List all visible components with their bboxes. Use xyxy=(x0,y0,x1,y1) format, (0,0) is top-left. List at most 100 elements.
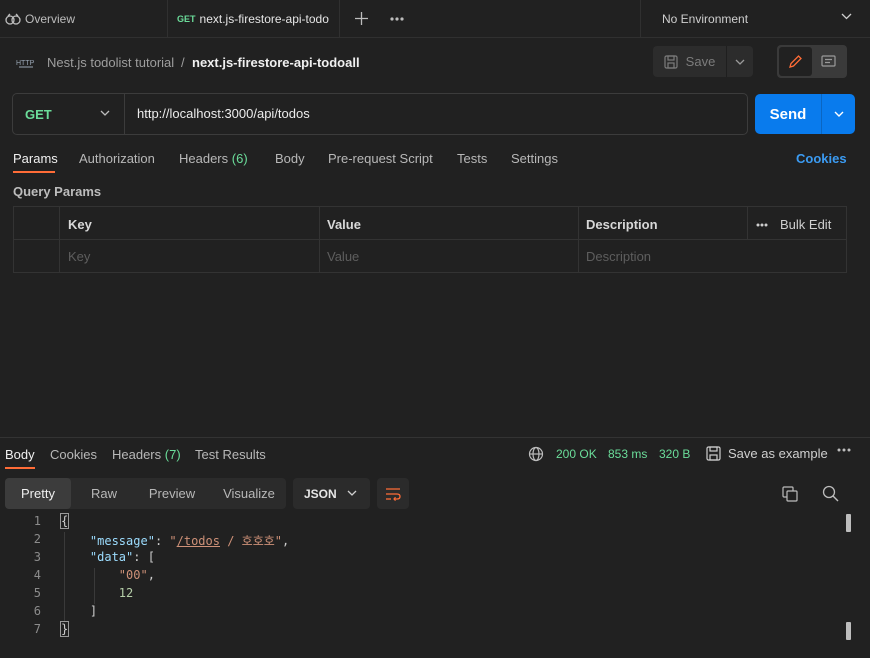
method-select[interactable]: GET xyxy=(13,94,125,134)
globe-icon[interactable] xyxy=(528,446,544,462)
response-body-editor[interactable]: 1 { 2 "message": "/todos / 호호호", 3 "data… xyxy=(0,513,870,658)
cookies-link[interactable]: Cookies xyxy=(796,151,847,166)
scrollbar-marker[interactable] xyxy=(846,514,851,532)
line-number: 6 xyxy=(33,604,41,618)
value-input[interactable]: Value xyxy=(319,240,579,273)
method-label: GET xyxy=(25,106,52,122)
new-tab-button[interactable] xyxy=(350,0,372,37)
tab-headers[interactable]: Headers (6) xyxy=(179,151,248,166)
line-number: 3 xyxy=(33,550,41,564)
response-tab-test-results[interactable]: Test Results xyxy=(195,447,266,462)
json-key: "message" xyxy=(89,534,155,548)
code-line: 1 { xyxy=(0,513,840,532)
send-button[interactable]: Send xyxy=(755,94,822,134)
more-horizontal-icon xyxy=(756,223,780,227)
request-title[interactable]: next.js-firestore-api-todoall xyxy=(192,55,360,70)
row-checkbox-cell xyxy=(14,240,60,273)
bulk-edit-button[interactable]: Bulk Edit xyxy=(748,207,846,240)
response-tab-body[interactable]: Body xyxy=(5,447,35,462)
save-options-button[interactable] xyxy=(727,46,753,77)
tab-params[interactable]: Params xyxy=(13,151,58,166)
response-tab-headers-count: (7) xyxy=(164,447,181,462)
line-number: 2 xyxy=(33,532,41,546)
tab-pre-request-script[interactable]: Pre-request Script xyxy=(328,151,433,166)
tab-headers-count: (6) xyxy=(231,151,248,166)
json-key: "data" xyxy=(89,550,134,564)
checkbox-column-header xyxy=(14,207,60,240)
breadcrumb-collection[interactable]: Nest.js todolist tutorial xyxy=(47,55,174,70)
query-params-title: Query Params xyxy=(13,184,102,199)
active-response-tab-indicator xyxy=(5,467,35,469)
wrap-lines-button[interactable] xyxy=(377,478,409,509)
description-input[interactable]: Description xyxy=(578,240,846,273)
save-label: Save xyxy=(685,54,716,69)
save-as-example-button[interactable]: Save as example xyxy=(706,446,828,461)
chevron-down-icon xyxy=(347,490,357,496)
send-options-button[interactable] xyxy=(822,94,855,134)
code-text: ] xyxy=(61,604,97,618)
column-header-value: Value xyxy=(319,207,579,240)
tab-overview[interactable]: Overview xyxy=(0,0,168,37)
wrap-lines-icon xyxy=(385,487,401,501)
tab-settings[interactable]: Settings xyxy=(511,151,558,166)
line-number: 5 xyxy=(33,586,41,600)
close-brace: } xyxy=(59,621,70,637)
tab-bar: Overview GET next.js-firestore-api-todo … xyxy=(0,0,870,38)
send-group: Send xyxy=(755,94,855,134)
format-raw[interactable]: Raw xyxy=(75,478,133,509)
save-as-example-label: Save as example xyxy=(728,446,828,461)
format-pretty[interactable]: Pretty xyxy=(5,478,71,509)
format-preview[interactable]: Preview xyxy=(133,478,211,509)
overview-icon xyxy=(5,13,25,25)
code-text: } xyxy=(59,621,70,637)
svg-text:HTTP: HTTP xyxy=(16,60,35,67)
status-code[interactable]: 200 OK xyxy=(556,447,597,461)
tab-body[interactable]: Body xyxy=(275,151,305,166)
active-tab-indicator xyxy=(13,171,55,173)
response-tab-headers[interactable]: Headers (7) xyxy=(112,447,181,462)
mode-toggle xyxy=(777,45,847,78)
plus-icon xyxy=(354,12,368,25)
save-icon xyxy=(664,54,686,69)
comments-mode-button[interactable] xyxy=(812,47,845,76)
bulk-edit-label: Bulk Edit xyxy=(780,217,832,232)
language-select[interactable]: JSON xyxy=(293,478,370,509)
response-tab-cookies[interactable]: Cookies xyxy=(50,447,97,462)
code-line: 4 "00", xyxy=(0,568,840,586)
json-link[interactable]: /todos xyxy=(177,534,220,548)
tab-request-method: GET xyxy=(177,13,196,24)
search-icon[interactable] xyxy=(822,485,839,502)
json-comma: , xyxy=(147,568,155,582)
key-input[interactable]: Key xyxy=(60,240,320,273)
response-size[interactable]: 320 B xyxy=(659,447,690,461)
json-string: "00" xyxy=(118,568,148,582)
format-visualize[interactable]: Visualize xyxy=(211,478,287,509)
response-tab-headers-label: Headers xyxy=(112,447,162,462)
tab-authorization[interactable]: Authorization xyxy=(79,151,155,166)
url-bar: GET http://localhost:3000/api/todos xyxy=(12,93,748,135)
more-horizontal-icon xyxy=(390,16,404,21)
pane-divider[interactable] xyxy=(0,437,870,438)
copy-icon[interactable] xyxy=(782,486,798,502)
json-close-bracket: ] xyxy=(89,604,98,618)
language-label: JSON xyxy=(304,486,337,501)
tabs-more-button[interactable] xyxy=(386,0,408,37)
tab-tests[interactable]: Tests xyxy=(457,151,487,166)
open-brace: { xyxy=(59,513,70,529)
environment-select[interactable]: No Environment xyxy=(640,0,870,37)
tab-request[interactable]: GET next.js-firestore-api-todo xyxy=(169,0,340,37)
json-colon: : xyxy=(154,534,170,548)
scrollbar-marker[interactable] xyxy=(846,622,851,640)
save-button[interactable]: Save xyxy=(653,46,727,77)
line-number: 4 xyxy=(33,568,41,582)
code-line: 6 ] xyxy=(0,604,840,622)
edit-mode-button[interactable] xyxy=(779,47,812,76)
environment-label: No Environment xyxy=(662,11,749,26)
more-horizontal-icon[interactable] xyxy=(837,448,851,452)
comment-icon xyxy=(821,54,836,69)
response-time[interactable]: 853 ms xyxy=(608,447,647,461)
url-input[interactable]: http://localhost:3000/api/todos xyxy=(137,106,310,121)
code-line: 5 12 xyxy=(0,586,840,604)
chevron-down-icon xyxy=(100,110,110,116)
column-header-description: Description xyxy=(578,207,748,240)
